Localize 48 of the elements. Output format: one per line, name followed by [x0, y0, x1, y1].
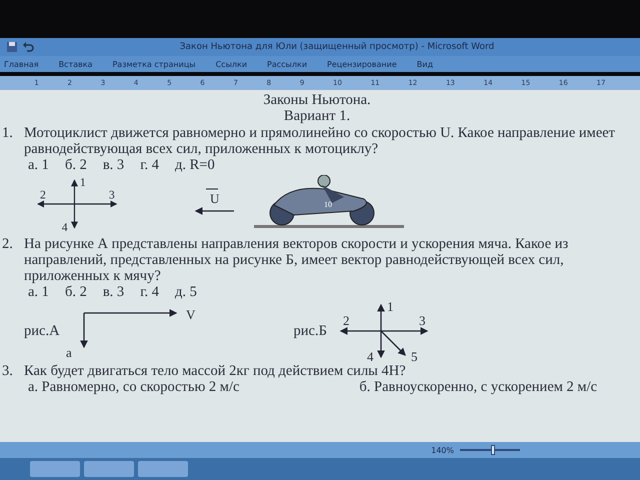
- direction-number: 1: [386, 299, 394, 314]
- question-text: Как будет двигаться тело массой 2кг под действием силы 4Н?: [24, 363, 407, 379]
- answer-option: б. 2: [64, 157, 87, 173]
- vector-label: V: [186, 307, 195, 322]
- question-number: 3.: [2, 363, 14, 381]
- question-number: 2.: [2, 236, 14, 254]
- answer-option: б. Равноускоренно, с ускорением 2 м/с: [359, 379, 598, 395]
- direction-number: 4: [62, 221, 68, 233]
- ribbon-tab[interactable]: Вид: [416, 60, 433, 68]
- answer-option: г. 4: [140, 284, 159, 300]
- direction-number: 3: [108, 188, 115, 202]
- answer-option: б. 2: [64, 284, 87, 300]
- save-icon[interactable]: [6, 41, 18, 53]
- answer-option: а. Равномерно, со скоростью 2 м/с: [28, 379, 240, 395]
- ribbon-tab[interactable]: Вставка: [58, 60, 92, 68]
- answer-option: д. 5: [175, 284, 197, 300]
- direction-number: 4: [366, 349, 374, 363]
- answer-option: в. 3: [102, 284, 124, 300]
- vector-label: a: [66, 345, 72, 360]
- ribbon-tab[interactable]: Главная: [4, 60, 39, 68]
- zoom-level: 140%: [431, 446, 454, 454]
- direction-number: 2: [40, 188, 46, 202]
- figure-caption: рис.А: [24, 323, 60, 339]
- figure-caption: рис.Б: [294, 323, 327, 339]
- velocity-label: U: [210, 191, 220, 206]
- question-text: На рисунке А представлены направления векторов скорости и ускорения мяча. Какое из направлений, представленных на рисунке Б, имеет вектор равнодействующей всех сил, приложенных к мячу?: [24, 236, 570, 284]
- window-title: Закон Ньютона для Юли (защищенный просмотр) - Microsoft Word: [178, 42, 496, 52]
- answer-option: а. 1: [28, 284, 49, 300]
- answer-option: д. R=0: [175, 157, 215, 173]
- direction-number: 5: [410, 349, 418, 363]
- question-number: 1.: [2, 125, 14, 143]
- direction-number: 3: [418, 313, 426, 328]
- zoom-slider-thumb[interactable]: [491, 445, 495, 455]
- direction-number: 2: [342, 313, 350, 328]
- undo-icon[interactable]: [22, 41, 34, 53]
- ribbon-tab[interactable]: Разметка страницы: [112, 60, 196, 68]
- document-title: Законы Ньютона.: [262, 92, 372, 108]
- motorcycle-drawing: 10: [254, 175, 404, 228]
- ribbon-tab[interactable]: Рассылки: [267, 60, 308, 68]
- document-subtitle: Вариант 1.: [282, 108, 352, 124]
- velocity-arrow: [194, 207, 234, 215]
- direction-number: 1: [80, 176, 86, 189]
- ribbon-tab[interactable]: Рецензирование: [327, 60, 397, 68]
- answer-option: а. 1: [28, 157, 49, 173]
- answer-option: г. 4: [140, 157, 159, 173]
- answer-option: в. 3: [102, 157, 124, 173]
- ribbon-tab[interactable]: Ссылки: [216, 60, 248, 68]
- question-text: Мотоциклист движется равномерно и прямолинейно со скоростью U. Какое направление имеет равнодействующая всех сил, приложенных к мотоциклу?: [24, 125, 616, 157]
